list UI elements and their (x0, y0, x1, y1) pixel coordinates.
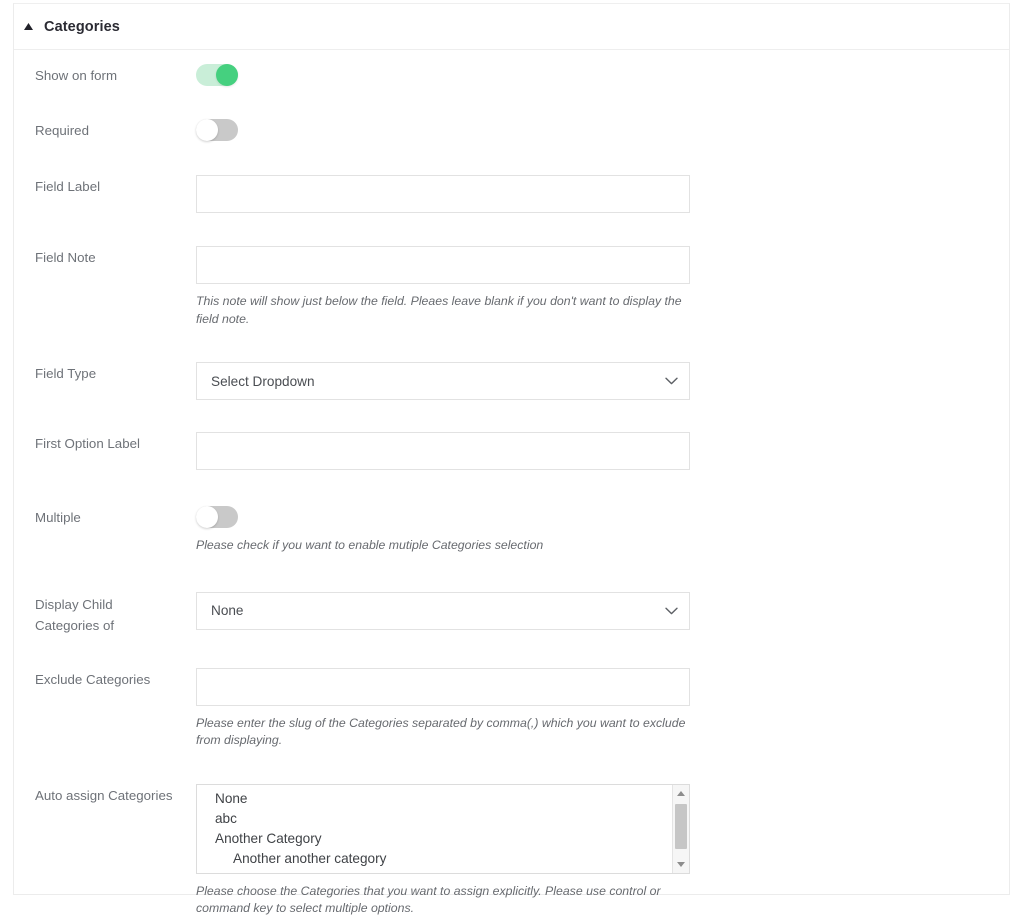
categories-settings-panel: Categories Show on form on Required off (13, 3, 1010, 895)
row-field-note: Field Note This note will show just belo… (14, 213, 1009, 328)
label-exclude-categories: Exclude Categories (35, 668, 196, 689)
row-first-option-label: First Option Label (14, 400, 1009, 470)
field-type-select-wrap: Select Dropdown (196, 362, 690, 400)
row-multiple: Multiple off Please check if you want to… (14, 470, 1009, 555)
label-line-2: Categories of (35, 615, 196, 636)
page-title: Categories (44, 19, 120, 35)
listbox-option[interactable]: Another Category (197, 829, 689, 849)
toggle-required[interactable]: off (196, 119, 238, 141)
triangle-up-icon[interactable] (20, 19, 36, 35)
label-required: Required (35, 119, 196, 140)
label-display-child-categories: Display Child Categories of (35, 592, 196, 636)
label-field-note: Field Note (35, 246, 196, 267)
help-text-auto-assign-categories: Please choose the Categories that you wa… (196, 883, 688, 918)
panel-header[interactable]: Categories (14, 4, 1009, 50)
row-auto-assign-categories: Auto assign Categories NoneabcAnother Ca… (14, 750, 1009, 918)
scroll-up-arrow-icon[interactable] (673, 785, 689, 802)
display-child-categories-select-wrap: None (196, 592, 690, 630)
row-required: Required off (14, 86, 1009, 141)
listbox-option[interactable]: Another another category (197, 849, 689, 869)
toggle-knob (196, 119, 218, 141)
help-text-multiple: Please check if you want to enable mutip… (196, 537, 688, 555)
display-child-categories-selected-value: None (211, 603, 244, 618)
listbox-option[interactable]: None (197, 789, 689, 809)
row-show-on-form: Show on form on (14, 50, 1009, 86)
label-first-option-label: First Option Label (35, 432, 196, 453)
toggle-multiple[interactable]: off (196, 506, 238, 528)
exclude-categories-input[interactable] (196, 668, 690, 706)
control-field-note: This note will show just below the field… (196, 246, 1009, 328)
help-text-exclude-categories: Please enter the slug of the Categories … (196, 715, 688, 750)
toggle-knob (196, 506, 218, 528)
label-field-type: Field Type (35, 362, 196, 383)
field-note-input[interactable] (196, 246, 690, 284)
label-show-on-form: Show on form (35, 64, 196, 85)
scroll-down-arrow-icon[interactable] (673, 856, 689, 873)
listbox-option[interactable]: abc (197, 809, 689, 829)
control-display-child-categories: None (196, 592, 1009, 630)
row-field-label: Field Label (14, 141, 1009, 213)
first-option-label-input[interactable] (196, 432, 690, 470)
display-child-categories-select[interactable]: None (196, 592, 690, 630)
toggle-knob (216, 64, 238, 86)
row-display-child-categories: Display Child Categories of None (14, 555, 1009, 636)
auto-assign-categories-listbox[interactable]: NoneabcAnother CategoryAnother another c… (196, 784, 690, 874)
field-type-selected-value: Select Dropdown (211, 374, 315, 389)
control-first-option-label (196, 432, 1009, 470)
row-field-type: Field Type Select Dropdown (14, 328, 1009, 400)
label-line-1: Display Child (35, 594, 196, 615)
panel-body: Show on form on Required off (14, 50, 1009, 918)
field-label-input[interactable] (196, 175, 690, 213)
help-text-field-note: This note will show just below the field… (196, 293, 688, 328)
control-multiple: off Please check if you want to enable m… (196, 506, 1009, 555)
control-auto-assign-categories: NoneabcAnother CategoryAnother another c… (196, 784, 1009, 918)
auto-assign-options-list: NoneabcAnother CategoryAnother another c… (197, 785, 689, 869)
label-field-label: Field Label (35, 175, 196, 196)
scrollbar-thumb[interactable] (675, 804, 687, 849)
control-show-on-form: on (196, 64, 1009, 86)
listbox-scrollbar[interactable] (672, 785, 689, 873)
control-required: off (196, 119, 1009, 141)
row-exclude-categories: Exclude Categories Please enter the slug… (14, 636, 1009, 750)
control-field-label (196, 175, 1009, 213)
label-multiple: Multiple (35, 506, 196, 527)
label-auto-assign-categories: Auto assign Categories (35, 784, 196, 805)
control-field-type: Select Dropdown (196, 362, 1009, 400)
control-exclude-categories: Please enter the slug of the Categories … (196, 668, 1009, 750)
toggle-show-on-form[interactable]: on (196, 64, 238, 86)
field-type-select[interactable]: Select Dropdown (196, 362, 690, 400)
